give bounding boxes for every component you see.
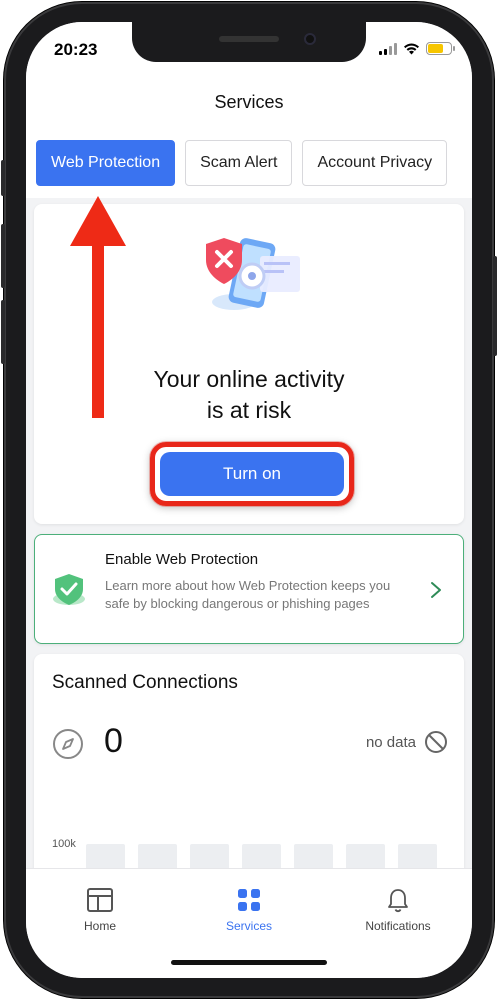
scanned-count: 0 bbox=[104, 722, 123, 760]
status-icons bbox=[379, 42, 455, 55]
chart-axis-label: 100k bbox=[52, 838, 76, 850]
nav-notifications-label: Notifications bbox=[365, 919, 431, 933]
enable-card-title: Enable Web Protection bbox=[105, 551, 259, 568]
annotation-arrow-icon bbox=[70, 196, 126, 418]
wifi-icon bbox=[404, 43, 419, 55]
turn-on-button[interactable]: Turn on bbox=[160, 452, 344, 496]
nav-services-label: Services bbox=[225, 919, 272, 933]
tab-account-privacy[interactable]: Account Privacy bbox=[302, 140, 448, 186]
no-data-icon bbox=[425, 731, 447, 753]
service-tabs: Web Protection Scam Alert Account Privac… bbox=[36, 140, 448, 186]
camera bbox=[304, 33, 316, 45]
enable-card-description: Learn more about how Web Protection keep… bbox=[105, 578, 391, 611]
volume-up-button bbox=[1, 224, 5, 288]
battery-icon bbox=[426, 42, 455, 55]
speaker bbox=[219, 36, 279, 42]
status-time: 20:23 bbox=[54, 40, 98, 59]
tab-web-protection[interactable]: Web Protection bbox=[36, 140, 176, 186]
home-indicator bbox=[171, 960, 327, 965]
volume-down-button bbox=[1, 300, 5, 364]
power-button bbox=[493, 256, 497, 356]
nav-notifications[interactable]: Notifications bbox=[338, 887, 458, 933]
enable-web-protection-card[interactable]: Enable Web Protection Learn more about h… bbox=[34, 534, 464, 644]
risk-illustration-icon bbox=[206, 238, 300, 310]
tab-scam-alert[interactable]: Scam Alert bbox=[185, 140, 293, 186]
notch bbox=[132, 22, 366, 62]
chevron-right-icon bbox=[431, 582, 441, 598]
compass-icon bbox=[53, 729, 83, 759]
home-icon bbox=[87, 888, 113, 912]
nav-services[interactable]: Services bbox=[189, 887, 309, 933]
no-data-label: no data bbox=[365, 734, 416, 751]
silent-switch bbox=[1, 160, 5, 196]
shield-check-icon bbox=[53, 574, 85, 605]
bell-icon bbox=[388, 889, 408, 913]
scanned-title: Scanned Connections bbox=[52, 672, 238, 693]
page-title: Services bbox=[26, 92, 472, 113]
screen: 20:23 Services Web Protection Scam Alert… bbox=[26, 22, 472, 978]
nav-home[interactable]: Home bbox=[40, 887, 160, 933]
services-icon bbox=[238, 889, 260, 911]
signal-icon bbox=[379, 42, 397, 55]
nav-home-label: Home bbox=[83, 919, 116, 933]
